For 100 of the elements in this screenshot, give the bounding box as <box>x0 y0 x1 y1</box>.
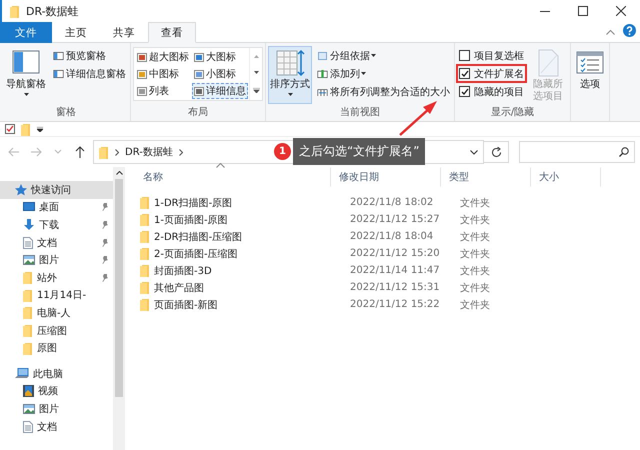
nav-item[interactable]: 文档 <box>0 234 113 252</box>
dropdown-icon[interactable] <box>37 126 43 132</box>
folder-icon <box>23 306 33 320</box>
picture-icon <box>23 255 35 266</box>
ribbon-tab[interactable]: 主页 <box>52 22 100 43</box>
star-icon <box>15 184 27 196</box>
ribbon-button[interactable]: 预览窗格 <box>50 47 128 64</box>
nav-item[interactable]: 此电脑 <box>0 364 113 383</box>
scroll-thumb[interactable] <box>115 179 123 397</box>
sort-caret-icon <box>216 163 225 168</box>
up-arrow-icon <box>74 146 86 158</box>
layout-option[interactable]: 大图标 <box>192 49 248 65</box>
chevron-up-icon <box>606 28 615 34</box>
nav-item[interactable]: 快速访问 <box>0 181 113 199</box>
folder-icon <box>140 298 150 311</box>
file-name[interactable]: 2-页面插图-压缩图 <box>154 246 343 260</box>
ribbon-button[interactable]: 分组依据 <box>314 47 452 64</box>
nav-item[interactable]: 下载 <box>0 216 113 234</box>
checkbox[interactable] <box>459 68 470 79</box>
file-name[interactable]: 2-DR扫描图-压缩图 <box>154 230 343 244</box>
ribbon-tab[interactable]: 查看 <box>148 22 196 43</box>
type-cell-text: 文件夹 <box>459 214 491 226</box>
refresh-button[interactable] <box>483 141 509 163</box>
ribbon-tab[interactable]: 共享 <box>100 22 148 43</box>
date-cell-text: 2022/11/12 15:31 <box>349 282 441 293</box>
column-header[interactable]: 大小 <box>531 167 601 187</box>
folder-icon <box>140 230 150 243</box>
pointer-arrow <box>398 100 438 136</box>
folder-icon <box>23 271 33 284</box>
ribbon-button[interactable]: 导航窗格 <box>4 46 48 104</box>
search-field[interactable] <box>519 141 635 163</box>
details-pane-icon <box>53 68 64 78</box>
file-name[interactable]: 1-DR扫描图-原图 <box>154 196 343 210</box>
scrollbar[interactable] <box>113 167 125 450</box>
computer-icon <box>15 368 29 380</box>
nav-item[interactable]: 站外 <box>0 268 113 287</box>
callout-text: 之后勾选“文件扩展名” <box>293 138 426 165</box>
breadcrumb[interactable]: DR-数据蛙 <box>125 145 173 159</box>
checkbox[interactable] <box>459 86 470 97</box>
layout-option[interactable]: 小图标 <box>192 66 248 82</box>
back-arrow-icon <box>8 146 20 158</box>
checkbox[interactable] <box>459 50 470 61</box>
layout-option[interactable]: 超大图标 <box>135 49 191 65</box>
close-icon <box>616 6 626 16</box>
chevron-right-icon <box>178 148 183 156</box>
ribbon-button[interactable]: 选项 <box>573 46 607 104</box>
folder-icon <box>140 247 150 260</box>
file-menu-tab[interactable]: 文件 <box>0 22 52 43</box>
column-header[interactable]: 类型 <box>441 167 531 187</box>
folder-icon <box>140 264 150 277</box>
scroll-down-icon[interactable] <box>254 71 258 74</box>
sort-table-icon <box>275 49 305 77</box>
ribbon-button[interactable]: 详细信息窗格 <box>50 65 128 82</box>
layout-option[interactable]: 详细信息 <box>192 83 248 99</box>
layout-option[interactable]: 中图标 <box>135 66 191 82</box>
folder-icon <box>140 213 150 226</box>
ribbon-button[interactable]: 将所有列调整为合适的大小 <box>314 83 452 100</box>
file-name[interactable]: 页面插图-新图 <box>154 298 343 312</box>
file-name[interactable]: 其他产品图 <box>154 280 343 294</box>
group-label: 窗格 <box>55 107 77 120</box>
scroll-up-icon[interactable] <box>116 171 122 175</box>
date-cell-text: 2022/11/8 18:02 <box>349 197 434 208</box>
file-name[interactable]: 1-页面插图-原图 <box>154 212 343 226</box>
checkbox-label: 隐藏的项目 <box>474 86 524 98</box>
ribbon-button[interactable]: 排序方式 <box>268 46 312 104</box>
type-cell-text: 文件夹 <box>459 248 491 260</box>
checkmark-icon[interactable] <box>5 124 15 134</box>
group-by-icon <box>317 50 328 60</box>
nav-item[interactable]: 视频 <box>0 382 113 400</box>
file-name[interactable]: 封面插图-3D <box>154 264 343 278</box>
nav-item[interactable]: 桌面 <box>0 198 113 216</box>
step-badge: 1 <box>274 143 291 160</box>
checkbox-label: 文件扩展名 <box>474 68 524 80</box>
date-cell-text: 2022/11/12 15:22 <box>349 299 441 310</box>
nav-item[interactable]: 图片 <box>0 251 113 269</box>
group-label: 显示/隐藏 <box>490 107 536 120</box>
ribbon-button[interactable]: 添加列 <box>314 65 452 82</box>
nav-item[interactable]: 图片 <box>0 400 113 418</box>
caret-icon <box>361 72 366 75</box>
layout-option[interactable]: 列表 <box>135 83 191 99</box>
nav-item[interactable]: 文档 <box>0 418 113 436</box>
dropdown-caret-icon[interactable] <box>470 150 478 154</box>
preview-pane-icon <box>53 50 64 60</box>
caret-icon <box>288 93 292 96</box>
film-icon <box>23 385 34 398</box>
type-cell-text: 文件夹 <box>459 230 491 244</box>
type-cell-text: 文件夹 <box>459 196 491 210</box>
caret-icon <box>371 54 376 57</box>
nav-item[interactable]: 原图 <box>0 339 113 357</box>
column-header[interactable]: 修改日期 <box>331 167 441 187</box>
nav-item[interactable]: 电脑-人 <box>0 304 113 322</box>
type-cell-text: 文件夹 <box>459 264 491 278</box>
document-icon <box>23 236 33 249</box>
column-header[interactable]: 名称 <box>135 167 331 187</box>
nav-item[interactable]: 11月14日- <box>0 286 113 304</box>
folder-icon <box>10 4 20 18</box>
window-title: DR-数据蛙 <box>26 4 79 18</box>
nav-item[interactable]: 压缩图 <box>0 322 113 340</box>
refresh-icon <box>490 146 502 158</box>
more-icon[interactable] <box>252 88 260 94</box>
